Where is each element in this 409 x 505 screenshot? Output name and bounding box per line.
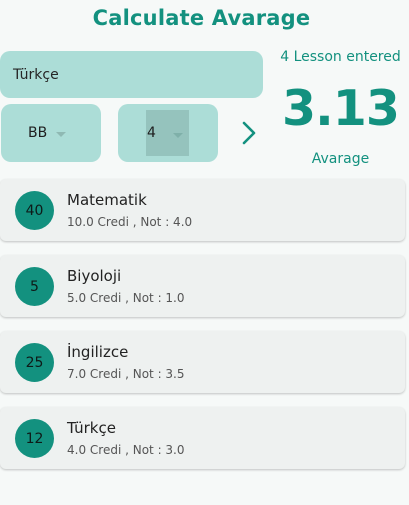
lesson-count-text: 4 Lesson entered [280,49,401,65]
lesson-item-biyoloji[interactable]: 5 Biyoloji 5.0 Credi , Not : 1.0 [0,255,405,317]
lesson-score-avatar: 12 [15,419,54,458]
credit-dropdown[interactable]: 4 [118,104,218,162]
lesson-name-input[interactable]: Türkçe [0,51,263,98]
average-label: Avarage [311,151,370,167]
lesson-item-matematik[interactable]: 40 Matematik 10.0 Credi , Not : 4.0 [0,179,405,241]
lesson-name: İngilizce [67,343,129,361]
lesson-details: 4.0 Credi , Not : 3.0 [67,443,185,457]
lesson-name: Türkçe [67,419,116,437]
chevron-right-icon [242,121,256,145]
lesson-item-ingilizce[interactable]: 25 İngilizce 7.0 Credi , Not : 3.5 [0,331,405,393]
lesson-details: 7.0 Credi , Not : 3.5 [67,367,185,381]
lesson-name: Biyoloji [67,267,122,285]
credit-dropdown-value: 4 [147,125,156,141]
lesson-item-turkce[interactable]: 12 Türkçe 4.0 Credi , Not : 3.0 [0,407,405,469]
grade-dropdown-value: BB [28,125,48,141]
lesson-name-value: Türkçe [13,66,59,83]
average-value: 3.13 [282,80,400,137]
lesson-name: Matematik [67,191,147,209]
lesson-details: 5.0 Credi , Not : 1.0 [67,291,185,305]
lesson-list: 40 Matematik 10.0 Credi , Not : 4.0 5 Bi… [0,179,405,483]
lesson-details: 10.0 Credi , Not : 4.0 [67,215,193,229]
add-lesson-button[interactable] [232,116,266,150]
credit-dropdown-caret-icon [173,133,183,138]
lesson-score-avatar: 40 [15,191,54,230]
grade-dropdown-caret-icon [56,131,67,137]
page-title: Calculate Avarage [92,6,311,30]
grade-dropdown[interactable]: BB [1,104,101,162]
lesson-score-avatar: 5 [15,267,54,306]
lesson-score-avatar: 25 [15,343,54,382]
